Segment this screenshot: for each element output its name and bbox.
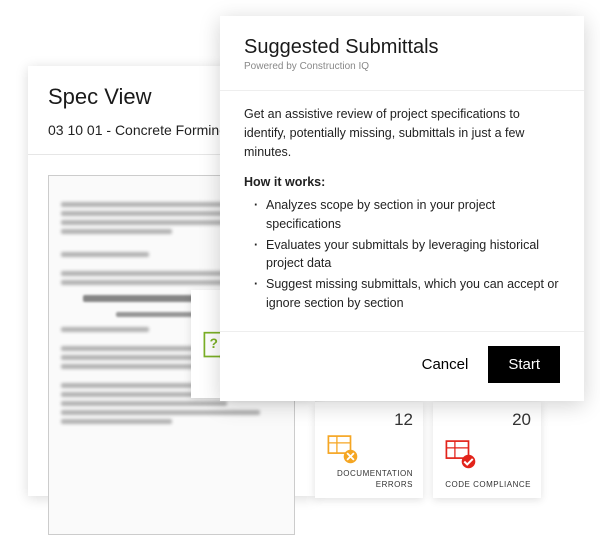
list-item: Evaluates your submittals by leveraging … [254,236,560,274]
svg-text:?: ? [210,336,218,351]
tile-count: 20 [512,410,531,430]
suggested-title: Suggested Submittals [244,36,560,59]
plan-x-icon [325,431,359,465]
tile-label: DOCUMENTATION ERRORS [325,469,413,490]
cancel-button[interactable]: Cancel [422,356,469,373]
tile-documentation-errors[interactable]: 12 DOCUMENTATION ERRORS [315,402,423,498]
suggested-description: Get an assistive review of project speci… [244,105,560,161]
how-it-works-list: Analyzes scope by section in your projec… [244,196,560,313]
how-it-works-label: How it works: [244,173,560,192]
tile-count: 12 [394,410,413,430]
list-item: Suggest missing submittals, which you ca… [254,275,560,313]
suggested-submittals-card: Suggested Submittals Powered by Construc… [220,16,584,401]
list-item: Analyzes scope by section in your projec… [254,196,560,234]
tile-code-compliance[interactable]: 20 CODE COMPLIANCE [433,402,541,498]
tile-label: CODE COMPLIANCE [445,480,531,490]
plan-check-icon [443,436,477,470]
powered-by-label: Powered by Construction IQ [244,61,560,72]
start-button[interactable]: Start [488,346,560,383]
